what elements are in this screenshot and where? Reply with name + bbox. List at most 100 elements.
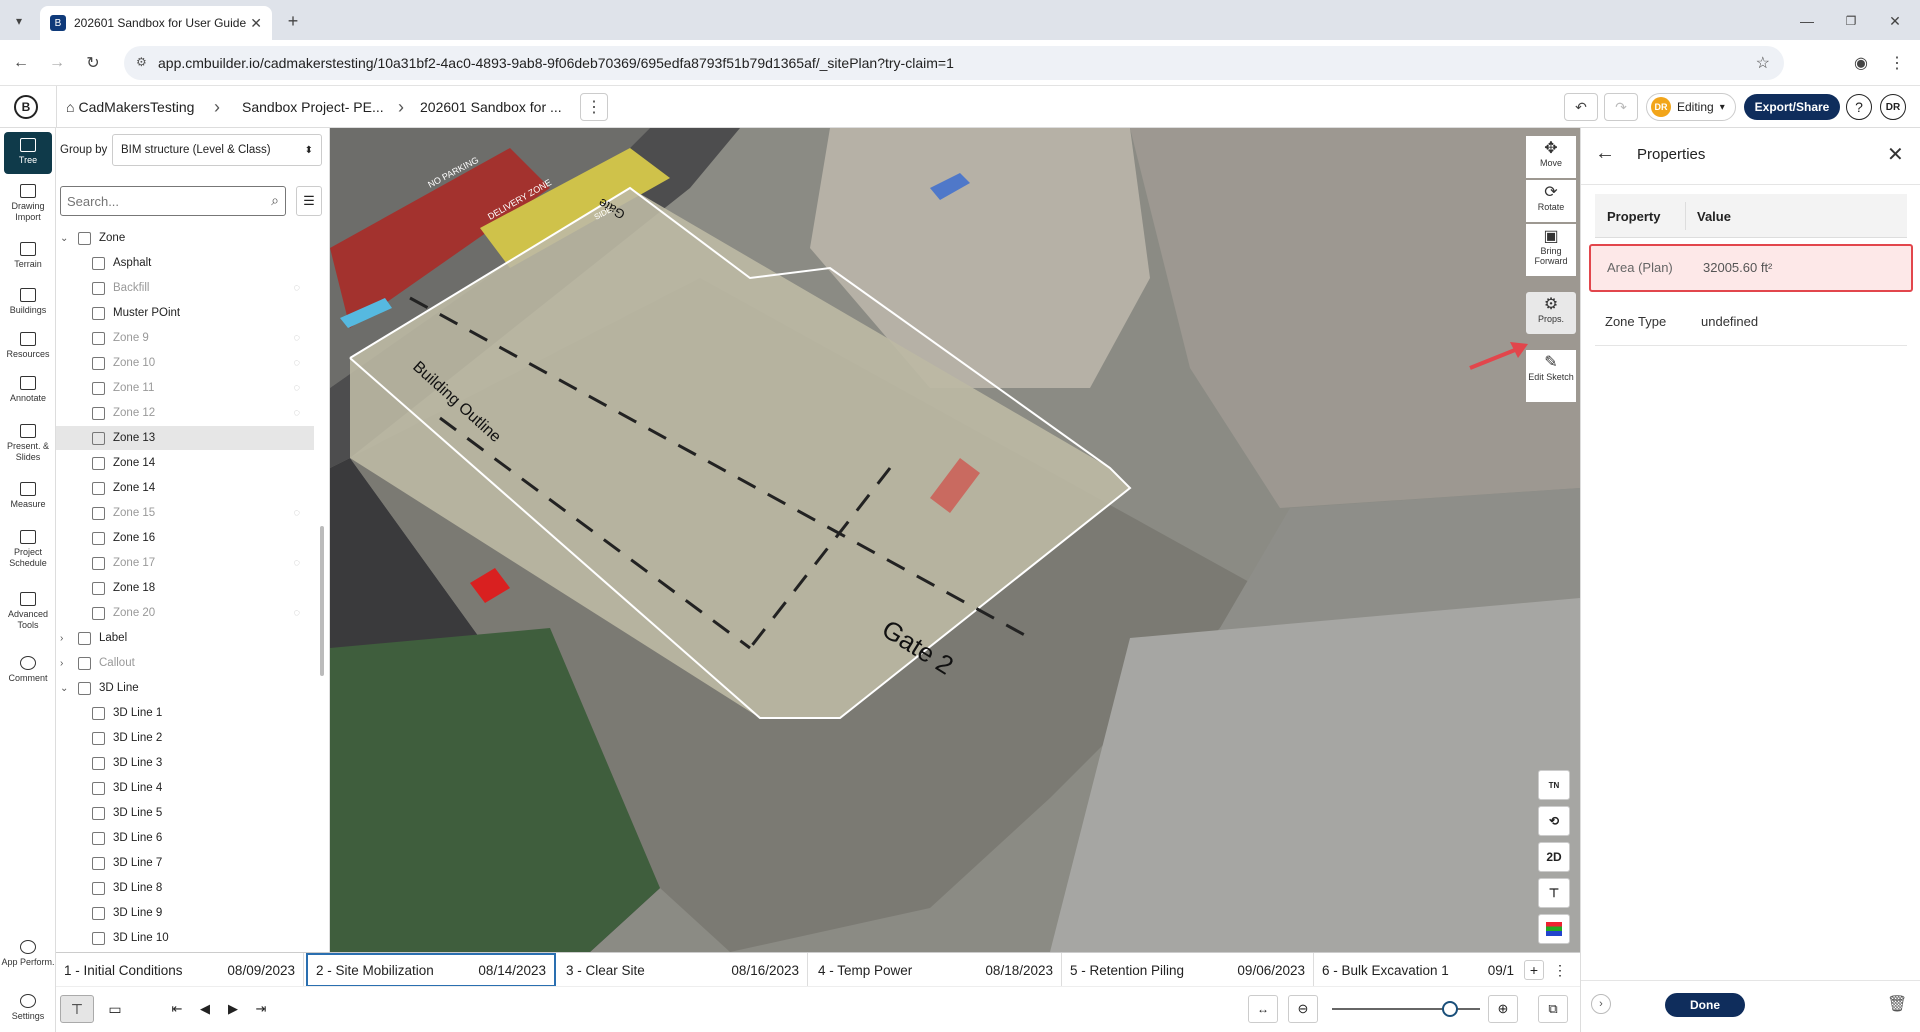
chevron-right-icon[interactable]: ›	[60, 633, 74, 644]
restore-icon[interactable]: ❐	[1840, 10, 1862, 32]
collapse-panel-icon[interactable]: ›	[1591, 994, 1611, 1014]
chevron-down-icon[interactable]: ⌄	[60, 683, 74, 694]
tree-item[interactable]: Zone 14	[56, 476, 314, 500]
reload-icon[interactable]: ↻	[82, 52, 104, 74]
rotate-tool-button[interactable]: ⟳ Rotate	[1526, 180, 1576, 222]
tree-item[interactable]: Zone 14	[56, 451, 314, 475]
export-share-button[interactable]: Export/Share	[1744, 94, 1840, 120]
rail-tree[interactable]: Tree	[4, 132, 52, 174]
view-orbit-button[interactable]: ⟲	[1538, 806, 1570, 836]
redo-icon[interactable]: ↷	[1604, 93, 1638, 121]
profile-icon[interactable]: ◉	[1850, 52, 1872, 74]
tree-search-box[interactable]: ⌕	[60, 186, 286, 216]
phase-tab[interactable]: 6 - Bulk Excavation 1 09/1	[1314, 953, 1522, 987]
group-by-select[interactable]: BIM structure (Level & Class) ⬍	[112, 134, 322, 166]
tree-item[interactable]: Zone 9 ◌	[56, 326, 314, 350]
layers-color-button[interactable]	[1538, 914, 1570, 944]
phase-tab[interactable]: 1 - Initial Conditions 08/09/2023	[56, 953, 304, 987]
tree-group[interactable]: › Callout	[56, 651, 314, 675]
tree-item[interactable]: Zone 16	[56, 526, 314, 550]
back-arrow-icon[interactable]: ←	[1595, 142, 1615, 165]
close-icon[interactable]: ✕	[1887, 142, 1904, 167]
chevron-right-icon[interactable]: ›	[60, 658, 74, 669]
play-icon[interactable]: ▶	[220, 995, 246, 1023]
tree-item[interactable]: Zone 10 ◌	[56, 351, 314, 375]
breadcrumb-org[interactable]: CadMakersTesting	[78, 99, 194, 115]
first-phase-icon[interactable]: ⇤	[164, 995, 190, 1023]
view-2d-button[interactable]: 2D	[1538, 842, 1570, 872]
fit-width-icon[interactable]: ↔	[1248, 995, 1278, 1023]
crane-mode-icon[interactable]: ⊤	[60, 995, 94, 1023]
last-phase-icon[interactable]: ⇥	[248, 995, 274, 1023]
tree-item[interactable]: Muster POint	[56, 301, 314, 325]
zoom-in-icon[interactable]: ⊕	[1488, 995, 1518, 1023]
rail-resources[interactable]: Resources	[0, 332, 56, 360]
close-window-icon[interactable]: ✕	[1884, 10, 1906, 32]
tree-item[interactable]: Backfill ◌	[56, 276, 314, 300]
new-tab-icon[interactable]: +	[282, 10, 304, 32]
edit-sketch-button[interactable]: ✎ Edit Sketch	[1526, 350, 1576, 402]
tree-item[interactable]: Zone 17 ◌	[56, 551, 314, 575]
site-scene[interactable]: Building Outline Gate 2 Gate DELIVERY ZO…	[330, 128, 1580, 952]
rail-comment[interactable]: Comment	[0, 656, 56, 684]
breadcrumb-project[interactable]: Sandbox Project- PE...	[242, 86, 384, 128]
tree-group[interactable]: ⌄ 3D Line	[56, 676, 314, 700]
hidden-eye-icon[interactable]: ◌	[293, 557, 300, 569]
app-logo-icon[interactable]: B	[14, 95, 38, 119]
rail-annotate[interactable]: Annotate	[0, 376, 56, 404]
zoom-out-icon[interactable]: ⊖	[1288, 995, 1318, 1023]
rail-measure[interactable]: Measure	[0, 482, 56, 510]
tree-group[interactable]: ⌄ Zone	[56, 226, 314, 250]
hidden-eye-icon[interactable]: ◌	[293, 332, 300, 344]
phase-menu-icon[interactable]: ⋮	[1550, 960, 1570, 980]
tree-item[interactable]: Zone 13	[56, 426, 314, 450]
tree-search-input[interactable]	[67, 188, 257, 214]
screen-capture-icon[interactable]: ⧉	[1538, 995, 1568, 1023]
tree-item[interactable]: Zone 12 ◌	[56, 401, 314, 425]
property-row-area[interactable]: Area (Plan) 32005.60 ft²	[1589, 244, 1913, 292]
tab-list-icon[interactable]: ▾	[8, 10, 30, 32]
hidden-eye-icon[interactable]: ◌	[293, 382, 300, 394]
tree-item[interactable]: Zone 18	[56, 576, 314, 600]
phase-tab[interactable]: 5 - Retention Piling 09/06/2023	[1062, 953, 1314, 987]
tree-item[interactable]: 3D Line 6	[56, 826, 314, 850]
browser-tab[interactable]: B 202601 Sandbox for User Guide ✕	[40, 6, 272, 40]
tree-item[interactable]: Zone 11 ◌	[56, 376, 314, 400]
breadcrumb-site-plan[interactable]: 202601 Sandbox for ...	[420, 86, 562, 128]
tree-options-icon[interactable]: ☰	[296, 186, 322, 216]
tree-item[interactable]: 3D Line 8	[56, 876, 314, 900]
address-bar[interactable]: ⚙ app.cmbuilder.io/cadmakerstesting/10a3…	[124, 46, 1784, 80]
tree-item[interactable]: Asphalt	[56, 251, 314, 275]
rail-present-slides[interactable]: Present. & Slides	[0, 424, 56, 463]
forward-icon[interactable]: →	[46, 52, 68, 74]
hidden-eye-icon[interactable]: ◌	[293, 507, 300, 519]
previous-phase-icon[interactable]: ◀	[192, 995, 218, 1023]
rail-drawing-import[interactable]: Drawing Import	[0, 184, 56, 223]
editing-mode-toggle[interactable]: DR Editing ▾	[1646, 93, 1736, 121]
minimize-icon[interactable]: —	[1796, 10, 1818, 32]
hidden-eye-icon[interactable]: ◌	[293, 357, 300, 369]
chevron-down-icon[interactable]: ⌄	[60, 233, 74, 244]
props-tool-button[interactable]: ⚙ Props.	[1526, 292, 1576, 334]
move-tool-button[interactable]: ✥ Move	[1526, 136, 1576, 178]
tree-group[interactable]: › Label	[56, 626, 314, 650]
tree-scrollbar[interactable]	[320, 226, 326, 942]
bring-forward-button[interactable]: ▣ Bring Forward	[1526, 224, 1576, 276]
tree-item[interactable]: 3D Line 4	[56, 776, 314, 800]
help-button[interactable]: ?	[1846, 94, 1872, 120]
rail-app-performance[interactable]: App Perform.	[0, 940, 56, 968]
tree-item[interactable]: 3D Line 9	[56, 901, 314, 925]
phase-tab[interactable]: 3 - Clear Site 08/16/2023	[558, 953, 808, 987]
rail-project-schedule[interactable]: Project Schedule	[0, 530, 56, 569]
hidden-eye-icon[interactable]: ◌	[293, 407, 300, 419]
rail-advanced-tools[interactable]: Advanced Tools	[0, 592, 56, 631]
true-north-button[interactable]: TN	[1538, 770, 1570, 800]
undo-icon[interactable]: ↶	[1564, 93, 1598, 121]
done-button[interactable]: Done	[1665, 993, 1745, 1017]
crane-view-button[interactable]: ⊤	[1538, 878, 1570, 908]
tree-item[interactable]: 3D Line 7	[56, 851, 314, 875]
tree-item[interactable]: 3D Line 3	[56, 751, 314, 775]
browser-menu-icon[interactable]: ⋮	[1886, 52, 1908, 74]
add-phase-icon[interactable]: +	[1524, 960, 1544, 980]
back-icon[interactable]: ←	[10, 52, 32, 74]
